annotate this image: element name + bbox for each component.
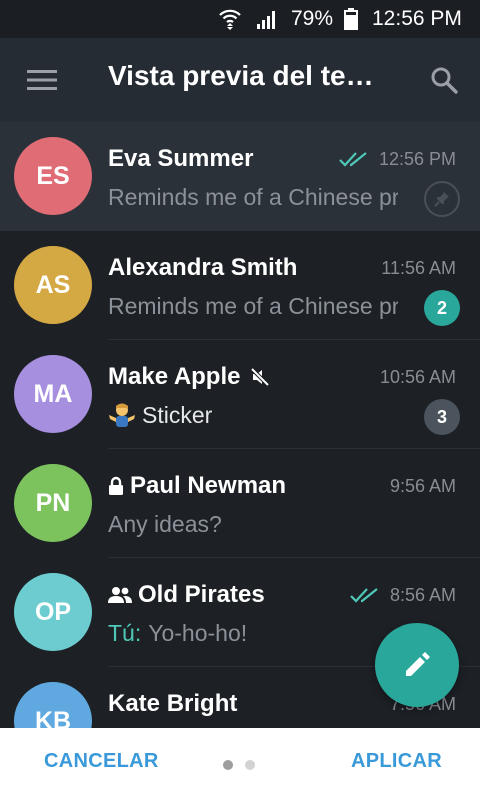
avatar: MA xyxy=(14,355,92,433)
chat-name: Make Apple xyxy=(108,363,241,390)
hamburger-menu-icon xyxy=(27,70,57,90)
signal-icon xyxy=(255,0,279,38)
double-check-icon xyxy=(350,587,380,603)
avatar: OP xyxy=(14,573,92,651)
avatar: AS xyxy=(14,246,92,324)
status-bar: 79% 12:56 PM xyxy=(0,0,480,38)
chat-name: Paul Newman xyxy=(130,472,287,499)
unread-badge: 2 xyxy=(424,290,460,326)
chat-time: 10:56 AM xyxy=(379,366,456,387)
avatar: ES xyxy=(14,137,92,215)
menu-button[interactable] xyxy=(22,64,62,96)
chat-row-alexandra-smith[interactable]: AS Alexandra Smith 11:56 AM Reminds me o… xyxy=(0,231,480,340)
chat-time: 12:56 PM xyxy=(378,148,456,169)
chat-name: Kate Bright xyxy=(108,690,238,717)
chat-row-make-apple[interactable]: MA Make Apple 10:56 AM Sticker 3 xyxy=(0,340,480,449)
muted-icon xyxy=(250,367,270,387)
message-sender: Tú: xyxy=(108,619,142,646)
cancel-button[interactable]: CANCELAR xyxy=(44,750,159,773)
page-title: Vista previa del te… xyxy=(108,60,374,91)
lock-icon xyxy=(108,476,124,496)
chat-row-eva-summer[interactable]: ES Eva Summer 12:56 PM Reminds me of a C… xyxy=(0,122,480,231)
chat-preview: Reminds me of a Chinese prove… xyxy=(108,183,398,210)
pin-icon xyxy=(424,181,460,217)
double-check-icon xyxy=(339,151,369,167)
unread-badge: 3 xyxy=(424,399,460,435)
chat-time: 8:56 AM xyxy=(389,584,456,605)
toolbar: Vista previa del te… xyxy=(0,38,480,122)
group-icon xyxy=(108,586,132,604)
chat-preview: Any ideas? xyxy=(108,510,222,537)
battery-icon xyxy=(344,0,360,38)
chat-preview: Sticker xyxy=(142,401,213,428)
page-indicator-dot-active xyxy=(223,760,233,770)
chat-name: Alexandra Smith xyxy=(108,254,298,281)
bottom-action-bar: CANCELAR APLICAR xyxy=(0,728,480,800)
page-indicator-dot xyxy=(245,760,255,770)
chat-name: Eva Summer xyxy=(108,145,254,172)
pencil-icon xyxy=(406,652,430,676)
battery-percentage: 79% xyxy=(291,7,334,30)
status-clock: 12:56 PM xyxy=(372,7,462,30)
avatar: KB xyxy=(14,682,92,728)
shrug-emoji-icon xyxy=(108,401,136,429)
chat-preview: Yo-ho-ho! xyxy=(148,619,248,646)
wifi-icon xyxy=(218,0,242,38)
chat-preview: Reminds me of a Chinese prove… xyxy=(108,292,398,319)
chat-time: 9:56 AM xyxy=(389,475,456,496)
search-button[interactable] xyxy=(424,62,464,98)
apply-button[interactable]: APLICAR xyxy=(351,750,442,773)
chat-row-paul-newman[interactable]: PN Paul Newman 9:56 AM Any ideas? xyxy=(0,449,480,558)
compose-button[interactable] xyxy=(375,623,459,707)
chat-name: Old Pirates xyxy=(138,581,265,608)
chat-time: 11:56 AM xyxy=(381,257,456,278)
avatar: PN xyxy=(14,464,92,542)
search-icon xyxy=(431,67,458,94)
